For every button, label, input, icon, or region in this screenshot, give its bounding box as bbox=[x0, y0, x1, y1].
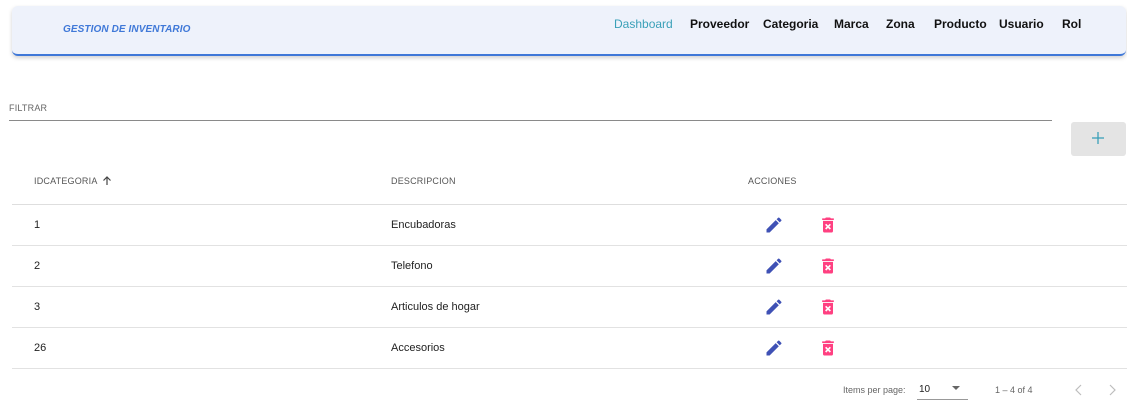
filter-input[interactable] bbox=[9, 120, 1052, 121]
column-header-acciones: ACCIONES bbox=[748, 176, 797, 186]
previous-page-icon[interactable] bbox=[1073, 383, 1085, 397]
nav-link-dashboard[interactable]: Dashboard bbox=[614, 17, 673, 33]
filter-label: FILTRAR bbox=[9, 103, 48, 113]
row-2-descripcion: Telefono bbox=[391, 260, 433, 272]
arrow-up-icon[interactable] bbox=[102, 175, 112, 186]
edit-pencil-icon[interactable] bbox=[764, 297, 784, 317]
nav-link-zona[interactable]: Zona bbox=[886, 17, 915, 33]
row-4-descripcion: Accesorios bbox=[391, 342, 445, 354]
edit-pencil-icon[interactable] bbox=[764, 338, 784, 358]
delete-trash-icon[interactable] bbox=[818, 338, 838, 358]
delete-trash-icon[interactable] bbox=[818, 256, 838, 276]
chevron-down-icon[interactable] bbox=[952, 385, 960, 391]
row-1-descripcion: Encubadoras bbox=[391, 219, 456, 231]
brand-title[interactable]: GESTION DE INVENTARIO bbox=[63, 24, 190, 35]
column-header-descripcion[interactable]: DESCRIPCION bbox=[391, 176, 456, 186]
edit-pencil-icon[interactable] bbox=[764, 256, 784, 276]
nav-link-categoria[interactable]: Categoria bbox=[763, 17, 818, 33]
row-divider bbox=[12, 368, 1127, 369]
next-page-icon[interactable] bbox=[1106, 383, 1118, 397]
delete-trash-icon[interactable] bbox=[818, 297, 838, 317]
row-divider bbox=[12, 286, 1127, 287]
items-per-page-underline bbox=[917, 399, 968, 400]
range-label: 1 – 4 of 4 bbox=[995, 385, 1033, 395]
row-2-id: 2 bbox=[34, 260, 41, 272]
nav-link-rol[interactable]: Rol bbox=[1062, 17, 1081, 33]
items-per-page-label: Items per page: bbox=[843, 385, 906, 395]
edit-pencil-icon[interactable] bbox=[764, 215, 784, 235]
nav-link-marca[interactable]: Marca bbox=[834, 17, 869, 33]
nav-link-proveedor[interactable]: Proveedor bbox=[690, 17, 749, 33]
items-per-page-select[interactable]: 10 bbox=[919, 384, 930, 395]
add-category-button[interactable] bbox=[1071, 122, 1126, 156]
row-4-id: 26 bbox=[34, 342, 47, 354]
header-divider bbox=[12, 204, 1127, 205]
row-3-id: 3 bbox=[34, 301, 41, 313]
row-1-id: 1 bbox=[34, 219, 41, 231]
plus-icon bbox=[1092, 132, 1104, 144]
delete-trash-icon[interactable] bbox=[818, 215, 838, 235]
column-header-idcategoria[interactable]: IDCATEGORIA bbox=[34, 176, 98, 186]
nav-link-usuario[interactable]: Usuario bbox=[999, 17, 1044, 33]
nav-link-producto[interactable]: Producto bbox=[934, 17, 987, 33]
row-3-descripcion: Articulos de hogar bbox=[391, 301, 480, 313]
row-divider bbox=[12, 245, 1127, 246]
row-divider bbox=[12, 327, 1127, 328]
